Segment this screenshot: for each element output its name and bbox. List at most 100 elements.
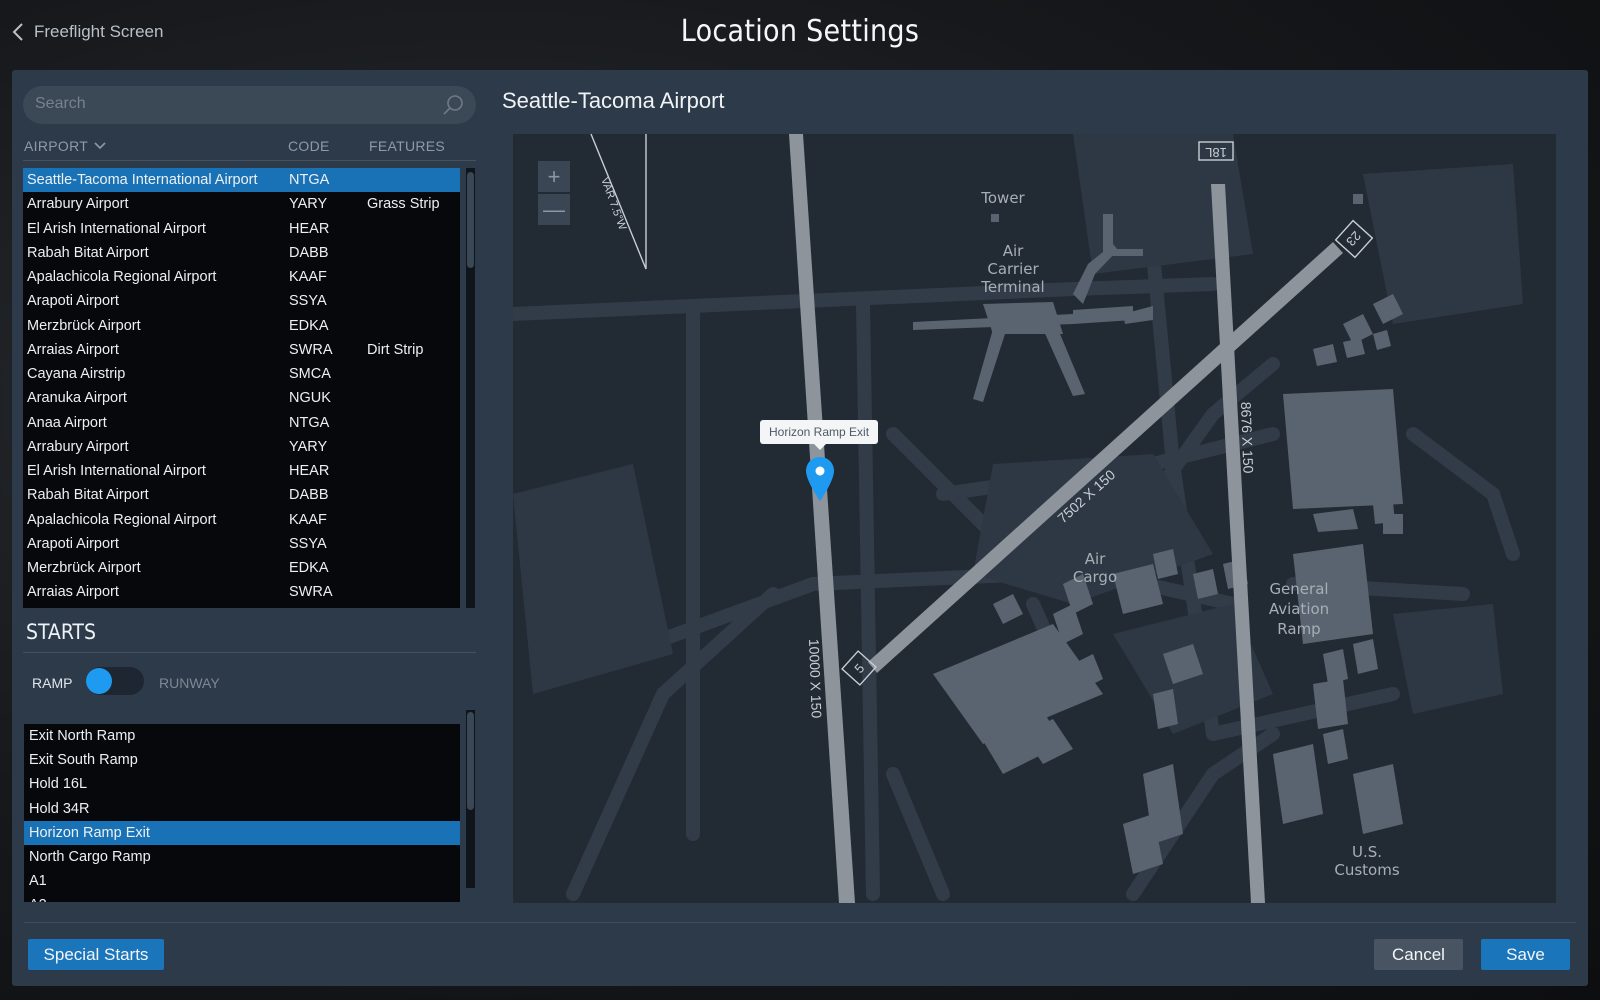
- divider: [23, 160, 476, 161]
- cell-code: YARY: [289, 438, 328, 455]
- starts-list[interactable]: Exit North Ramp Exit South Ramp Hold 16L Ho…: [24, 724, 460, 902]
- table-row[interactable]: Arrabury Airport YARY: [23, 435, 460, 459]
- map-airport-title: Seattle-Tacoma Airport: [502, 88, 725, 113]
- zoom-in-button[interactable]: +: [538, 161, 570, 192]
- cell-name: Anaa Airport: [27, 414, 107, 431]
- table-row[interactable]: Merzbrück Airport EDKA: [23, 556, 460, 580]
- table-row[interactable]: Arapoti Airport SSYA: [23, 532, 460, 556]
- scrollbar-thumb[interactable]: [467, 172, 474, 268]
- list-item[interactable]: A1: [24, 869, 460, 893]
- airport-diagram: 18L 23 5 VAR 7.5°W 10000 X 150 7502 X 15…: [513, 134, 1523, 903]
- airport-map[interactable]: 18L 23 5 VAR 7.5°W 10000 X 150 7502 X 15…: [513, 134, 1556, 903]
- scrollbar-thumb[interactable]: [467, 712, 474, 810]
- list-item[interactable]: Hold 16L: [24, 772, 460, 796]
- search-icon[interactable]: [442, 94, 464, 116]
- airport-list[interactable]: Seattle-Tacoma International Airport NTGA…: [23, 168, 460, 608]
- cell-name: Aranuka Airport: [27, 390, 127, 407]
- divider: [23, 652, 476, 653]
- search-input[interactable]: Search: [23, 86, 476, 124]
- cell-code: DABB: [289, 244, 329, 261]
- cell-code: EDKA: [289, 317, 329, 334]
- cell-name: Rabah Bitat Airport: [27, 244, 149, 261]
- table-row[interactable]: Cayana AirstripSMCA: [23, 605, 460, 609]
- starts-title: STARTS: [26, 620, 96, 644]
- map-label-terminal-2: Carrier: [987, 260, 1039, 278]
- cell-name: Arapoti Airport: [27, 293, 119, 310]
- cancel-button[interactable]: Cancel: [1374, 939, 1463, 970]
- map-label-cargo-2: Cargo: [1073, 568, 1117, 586]
- toggle-label-ramp[interactable]: RAMP: [32, 675, 72, 691]
- chevron-down-icon: [94, 142, 106, 150]
- table-row[interactable]: Rabah Bitat Airport DABB: [23, 241, 460, 265]
- column-header-features[interactable]: FEATURES: [369, 138, 445, 154]
- list-item[interactable]: North Cargo Ramp: [24, 845, 460, 869]
- list-item[interactable]: Hold 34R: [24, 797, 460, 821]
- cell-code: SWRA: [289, 584, 333, 601]
- map-label-tower: Tower: [980, 189, 1025, 207]
- table-row[interactable]: Aranuka Airport NGUK: [23, 386, 460, 410]
- cell-code: KAAF: [289, 269, 327, 286]
- list-item[interactable]: Exit South Ramp: [24, 748, 460, 772]
- table-row[interactable]: Apalachicola Regional Airport KAAF: [23, 508, 460, 532]
- cell-name: Arrabury Airport: [27, 196, 129, 213]
- table-row[interactable]: El Arish International Airport HEAR: [23, 217, 460, 241]
- cell-code: SSYA: [289, 535, 327, 552]
- table-row[interactable]: Anaa Airport NTGA: [23, 411, 460, 435]
- cell-name: Arraias Airport: [27, 341, 119, 358]
- map-label-ga-3: Ramp: [1277, 620, 1320, 638]
- runway-marker-23: 23: [1343, 228, 1364, 249]
- toggle-label-runway[interactable]: RUNWAY: [159, 675, 220, 691]
- location-pin-icon[interactable]: [805, 456, 835, 502]
- table-row[interactable]: Arraias Airport SWRA Dirt Strip: [23, 338, 460, 362]
- cell-code: SMCA: [289, 366, 331, 383]
- column-header-code[interactable]: CODE: [288, 138, 330, 154]
- toggle-knob[interactable]: [86, 668, 112, 694]
- map-label-cargo-1: Air: [1085, 550, 1106, 568]
- cell-features: Dirt Strip: [367, 341, 424, 358]
- cell-name: Apalachicola Regional Airport: [27, 511, 217, 528]
- cell-code: NGUK: [289, 390, 331, 407]
- table-row[interactable]: Arrabury Airport YARY Grass Strip: [23, 192, 460, 216]
- save-button[interactable]: Save: [1481, 939, 1570, 970]
- divider: [24, 922, 1576, 923]
- table-row[interactable]: Arraias Airport SWRA: [23, 580, 460, 604]
- cell-code: DABB: [289, 487, 329, 504]
- zoom-out-button[interactable]: —: [538, 194, 570, 225]
- runway-length-main: 10000 X 150: [806, 639, 825, 719]
- column-header-airport[interactable]: AIRPORT: [24, 138, 106, 154]
- cell-name: Merzbrück Airport: [27, 317, 141, 334]
- map-label-customs-2: Customs: [1334, 861, 1399, 879]
- table-row[interactable]: Apalachicola Regional Airport KAAF: [23, 265, 460, 289]
- cell-name: El Arish International Airport: [27, 463, 206, 480]
- map-label-terminal-1: Air: [1003, 242, 1024, 260]
- starts-list-scrollbar[interactable]: [466, 710, 475, 888]
- cell-code: SWRA: [289, 341, 333, 358]
- list-item[interactable]: A2: [24, 893, 460, 902]
- list-item[interactable]: Exit North Ramp: [24, 724, 460, 748]
- ramp-runway-toggle[interactable]: [86, 667, 144, 695]
- table-row[interactable]: Rabah Bitat Airport DABB: [23, 483, 460, 507]
- search-placeholder: Search: [35, 95, 86, 112]
- cell-name: Seattle-Tacoma International Airport: [27, 172, 258, 189]
- variation-label: VAR 7.5°W: [598, 176, 628, 232]
- cell-code: SSYA: [289, 293, 327, 310]
- cell-name: El Arish International Airport: [27, 220, 206, 237]
- cell-code: YARY: [289, 196, 328, 213]
- cell-name: Cayana Airstrip: [27, 366, 126, 383]
- location-panel: Search AIRPORT CODE FEATURES Seattle-Tac…: [12, 70, 1588, 986]
- table-row[interactable]: Cayana Airstrip SMCA: [23, 362, 460, 386]
- cell-code: KAAF: [289, 511, 327, 528]
- table-row[interactable]: El Arish International Airport HEAR: [23, 459, 460, 483]
- map-label-ga-2: Aviation: [1269, 600, 1329, 618]
- table-row[interactable]: Seattle-Tacoma International Airport NTGA: [23, 168, 460, 193]
- table-row[interactable]: Merzbrück Airport EDKA: [23, 314, 460, 338]
- airport-list-scrollbar[interactable]: [466, 168, 475, 608]
- zoom-controls: + —: [538, 161, 570, 225]
- cell-code: HEAR: [289, 220, 330, 237]
- map-label-terminal-3: Terminal: [980, 278, 1044, 296]
- cell-code: HEAR: [289, 463, 330, 480]
- table-row[interactable]: Arapoti Airport SSYA: [23, 289, 460, 313]
- list-item[interactable]: Horizon Ramp Exit: [24, 820, 460, 845]
- special-starts-button[interactable]: Special Starts: [28, 939, 164, 970]
- map-callout: Horizon Ramp Exit: [760, 420, 879, 450]
